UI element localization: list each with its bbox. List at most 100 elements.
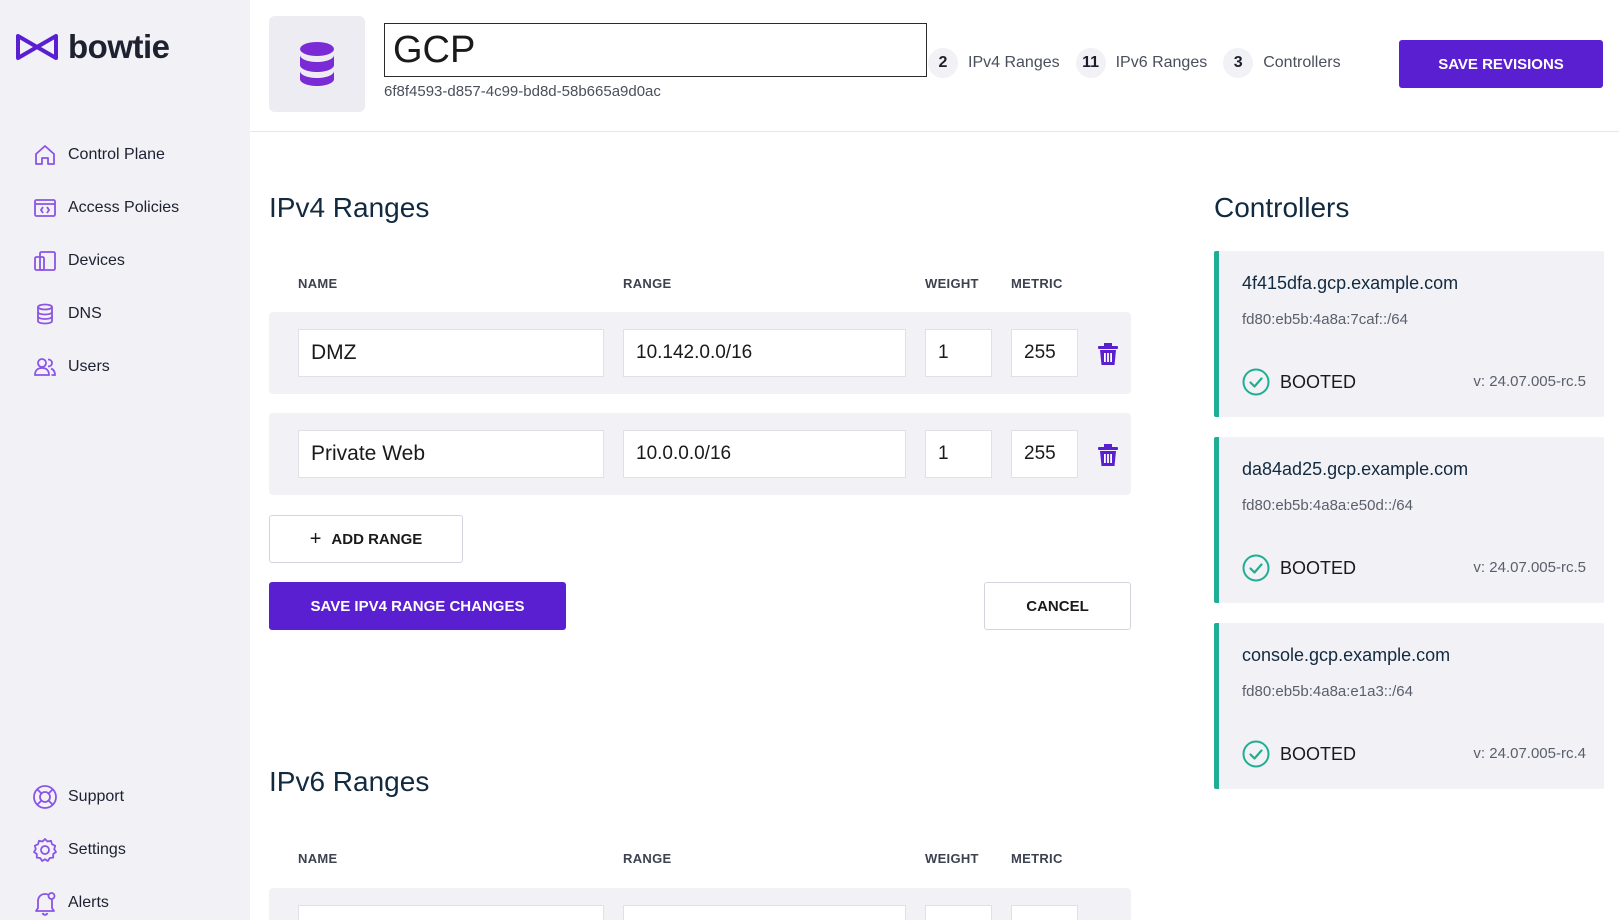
- sidebar-bottom-nav: Support Settings Alerts: [32, 770, 126, 920]
- controller-card[interactable]: da84ad25.gcp.example.com fd80:eb5b:4a8a:…: [1214, 437, 1604, 603]
- sidebar-nav: Control Plane Access Policies Devices DN…: [32, 128, 179, 393]
- sidebar-item-label: Alerts: [68, 893, 109, 911]
- sidebar-item-alerts[interactable]: Alerts: [32, 876, 126, 920]
- brand-name: bowtie: [68, 28, 170, 65]
- gear-icon: [32, 837, 58, 863]
- controller-card[interactable]: 4f415dfa.gcp.example.com fd80:eb5b:4a8a:…: [1214, 251, 1604, 417]
- lifebuoy-icon: [32, 784, 58, 810]
- range-weight-input[interactable]: [925, 430, 992, 478]
- check-circle-icon: [1242, 554, 1270, 582]
- database-icon: [32, 301, 58, 327]
- cancel-label: CANCEL: [1026, 597, 1089, 615]
- sidebar-item-control-plane[interactable]: Control Plane: [32, 128, 179, 181]
- stat-count: 11: [1075, 48, 1106, 78]
- controller-hostname: da84ad25.gcp.example.com: [1242, 459, 1469, 479]
- range-name-input[interactable]: [298, 430, 604, 478]
- controller-ip: fd80:eb5b:4a8a:e50d::/64: [1242, 497, 1413, 514]
- plus-icon: +: [309, 527, 322, 550]
- brand-logo[interactable]: bowtie: [14, 28, 170, 66]
- col-header-metric: METRIC: [1011, 851, 1063, 866]
- devices-icon: [32, 248, 58, 274]
- col-header-weight: WEIGHT: [925, 276, 979, 291]
- save-ipv4-changes-button[interactable]: SAVE IPV4 RANGE CHANGES: [269, 582, 566, 630]
- col-header-range: RANGE: [623, 851, 672, 866]
- stat-controllers: 3 Controllers: [1223, 48, 1341, 78]
- stat-label: IPv6 Ranges: [1115, 54, 1208, 71]
- sidebar-item-label: Access Policies: [68, 198, 180, 216]
- add-range-label: ADD RANGE: [331, 530, 423, 548]
- add-range-button[interactable]: + ADD RANGE: [269, 515, 463, 563]
- range-metric-input[interactable]: [1011, 905, 1078, 920]
- sidebar-item-dns[interactable]: DNS: [32, 287, 179, 340]
- main-content: 6f8f4593-d857-4c99-bd8d-58b665a9d0ac 2 I…: [250, 0, 1619, 920]
- controller-hostname: 4f415dfa.gcp.example.com: [1242, 273, 1459, 293]
- sidebar-item-label: Settings: [68, 840, 126, 858]
- status-label: BOOTED: [1280, 743, 1357, 764]
- controller-version: v: 24.07.005-rc.4: [1473, 745, 1586, 762]
- stat-ipv6: 11 IPv6 Ranges: [1075, 48, 1208, 78]
- sidebar-item-users[interactable]: Users: [32, 340, 179, 393]
- col-header-range: RANGE: [623, 276, 672, 291]
- range-metric-input[interactable]: [1011, 329, 1078, 377]
- controlplane-avatar: [269, 16, 365, 112]
- bell-icon: [32, 890, 58, 916]
- col-header-name: NAME: [298, 851, 338, 866]
- controller-status: BOOTED: [1242, 368, 1356, 396]
- controller-status: BOOTED: [1242, 740, 1356, 768]
- bowtie-logo-icon: [16, 34, 58, 60]
- controller-version: v: 24.07.005-rc.5: [1473, 559, 1586, 576]
- controller-ip: fd80:eb5b:4a8a:e1a3::/64: [1242, 683, 1413, 700]
- col-header-weight: WEIGHT: [925, 851, 979, 866]
- sidebar-item-support[interactable]: Support: [32, 770, 126, 823]
- controller-ip: fd80:eb5b:4a8a:7caf::/64: [1242, 311, 1408, 328]
- range-name-input[interactable]: [298, 329, 604, 377]
- trash-icon[interactable]: [1097, 342, 1119, 366]
- check-circle-icon: [1242, 740, 1270, 768]
- ipv4-range-row: [269, 312, 1131, 394]
- range-weight-input[interactable]: [925, 329, 992, 377]
- sidebar-item-devices[interactable]: Devices: [32, 234, 179, 287]
- check-circle-icon: [1242, 368, 1270, 396]
- controllers-section-title: Controllers: [1214, 192, 1350, 223]
- sidebar-item-label: Devices: [68, 251, 125, 269]
- controlplane-uuid: 6f8f4593-d857-4c99-bd8d-58b665a9d0ac: [384, 83, 661, 100]
- controller-version: v: 24.07.005-rc.5: [1473, 373, 1586, 390]
- sidebar-item-settings[interactable]: Settings: [32, 823, 126, 876]
- sidebar-item-label: DNS: [68, 304, 102, 322]
- ipv4-range-row: [269, 413, 1131, 495]
- sidebar: bowtie Control Plane Access Policies Dev…: [0, 0, 250, 920]
- code-window-icon: [32, 195, 58, 221]
- ipv6-range-row: [269, 888, 1131, 920]
- users-icon: [32, 354, 58, 380]
- stat-count: 3: [1223, 48, 1254, 78]
- trash-icon[interactable]: [1097, 443, 1119, 467]
- stat-label: IPv4 Ranges: [968, 54, 1060, 71]
- save-revisions-button[interactable]: SAVE REVISIONS: [1399, 40, 1603, 88]
- sidebar-item-label: Support: [68, 787, 125, 805]
- ipv4-section-title: IPv4 Ranges: [269, 192, 430, 223]
- controller-hostname: console.gcp.example.com: [1242, 645, 1451, 665]
- controlplane-name-input[interactable]: [384, 23, 927, 77]
- stat-ipv4: 2 IPv4 Ranges: [928, 48, 1060, 78]
- home-icon: [32, 142, 58, 168]
- range-metric-input[interactable]: [1011, 430, 1078, 478]
- controller-card[interactable]: console.gcp.example.com fd80:eb5b:4a8a:e…: [1214, 623, 1604, 789]
- range-weight-input[interactable]: [925, 905, 992, 920]
- status-label: BOOTED: [1280, 371, 1357, 392]
- cancel-button[interactable]: CANCEL: [984, 582, 1131, 630]
- database-icon: [300, 42, 334, 86]
- stat-label: Controllers: [1263, 54, 1341, 71]
- page-header: 6f8f4593-d857-4c99-bd8d-58b665a9d0ac 2 I…: [250, 0, 1619, 132]
- col-header-metric: METRIC: [1011, 276, 1063, 291]
- sidebar-item-label: Users: [68, 357, 110, 375]
- col-header-name: NAME: [298, 276, 338, 291]
- range-cidr-input[interactable]: [623, 905, 906, 920]
- range-cidr-input[interactable]: [623, 430, 906, 478]
- range-name-input[interactable]: [298, 905, 604, 920]
- sidebar-item-access-policies[interactable]: Access Policies: [32, 181, 179, 234]
- range-cidr-input[interactable]: [623, 329, 906, 377]
- summary-stats: 2 IPv4 Ranges 11 IPv6 Ranges 3 Controlle…: [928, 48, 1357, 78]
- sidebar-item-label: Control Plane: [68, 145, 165, 163]
- stat-count: 2: [928, 48, 958, 78]
- controller-status: BOOTED: [1242, 554, 1356, 582]
